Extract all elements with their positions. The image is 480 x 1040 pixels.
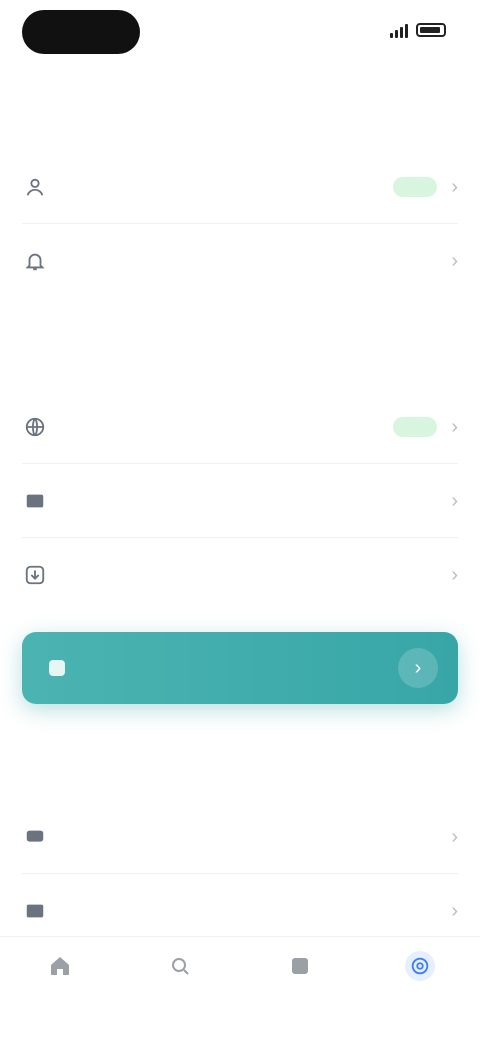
library-icon xyxy=(285,951,315,981)
premium-banner[interactable]: › xyxy=(22,632,458,704)
status-bar xyxy=(0,0,480,64)
star-icon xyxy=(42,653,72,683)
video-row[interactable]: › xyxy=(0,464,480,538)
notifications-row[interactable]: › xyxy=(0,224,480,298)
chat-icon xyxy=(22,824,48,850)
chevron-right-icon: › xyxy=(451,415,458,438)
help-row[interactable]: › xyxy=(0,800,480,874)
dynamic-island xyxy=(22,10,140,54)
downloads-row[interactable]: › xyxy=(0,538,480,612)
film-icon xyxy=(22,488,48,514)
status-badge xyxy=(393,177,438,197)
globe-icon xyxy=(22,414,48,440)
chevron-right-icon: › xyxy=(398,648,438,688)
book-icon xyxy=(22,898,48,924)
download-icon xyxy=(22,562,48,588)
bell-icon xyxy=(22,248,48,274)
chevron-right-icon: › xyxy=(451,489,458,512)
tab-settings[interactable] xyxy=(360,937,480,1040)
chevron-right-icon: › xyxy=(451,249,458,272)
battery-icon xyxy=(416,23,446,37)
user-icon xyxy=(22,174,48,200)
language-row[interactable]: › xyxy=(0,390,480,464)
settings-icon xyxy=(405,951,435,981)
status-icons xyxy=(390,22,446,38)
tab-search[interactable] xyxy=(120,937,240,1040)
chevron-right-icon: › xyxy=(451,563,458,586)
status-badge xyxy=(393,417,438,437)
home-icon xyxy=(45,951,75,981)
chevron-right-icon: › xyxy=(451,899,458,922)
signal-icon xyxy=(390,22,408,38)
tab-bar xyxy=(0,936,480,1040)
account-row[interactable]: › xyxy=(0,150,480,224)
chevron-right-icon: › xyxy=(451,825,458,848)
search-icon xyxy=(165,951,195,981)
tab-home[interactable] xyxy=(0,937,120,1040)
tab-library[interactable] xyxy=(240,937,360,1040)
chevron-right-icon: › xyxy=(451,175,458,198)
